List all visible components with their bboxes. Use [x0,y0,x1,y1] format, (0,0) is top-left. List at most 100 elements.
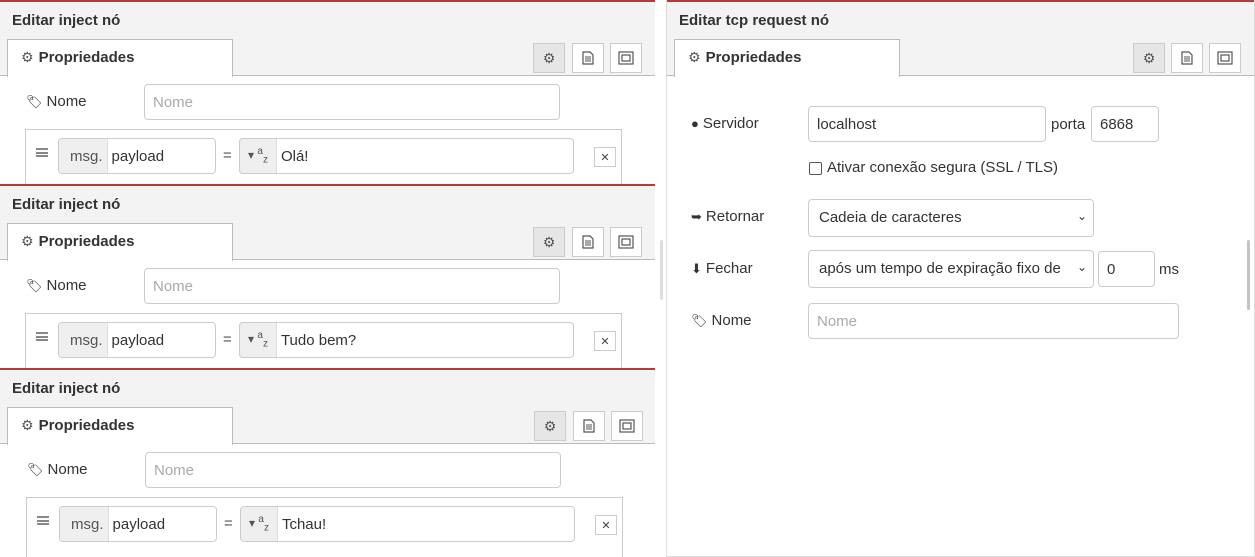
msg-prefix[interactable]: msg. [60,507,109,541]
description-tab-button[interactable] [572,227,604,257]
tls-label: Ativar conexão segura (SSL / TLS) [827,159,1058,176]
tcp-request-editor-panel: Editar tcp request nó ⚙ Propriedades ⚙ ● S… [666,0,1255,557]
name-input[interactable]: Nome [145,452,561,488]
close-icon: ✕ [601,519,611,532]
drag-handle-icon[interactable] [36,332,48,341]
tab-properties[interactable]: ⚙ Propriedades [674,39,900,77]
drag-handle-icon[interactable] [36,148,48,157]
properties-tab-button[interactable]: ⚙ [534,411,566,441]
panel-title: Editar inject nó [0,2,655,36]
gear-icon: ⚙ [21,233,34,249]
close-select[interactable]: após um tempo de expiração fixo de ⌄ [808,250,1094,288]
property-name-input[interactable]: msg. payload [58,138,216,174]
drag-handle-icon[interactable] [37,516,49,525]
name-label-text: Nome [47,461,88,478]
tag-icon: 🏷 [26,278,43,293]
gear-icon: ⚙ [542,233,556,250]
msg-prefix[interactable]: msg. [59,323,108,357]
panel-title: Editar inject nó [0,370,655,404]
panel-title: Editar inject nó [0,186,655,220]
property-value-input[interactable]: ▾ az Tchau! [240,506,575,542]
close-select-value: após um tempo de expiração fixo de [819,260,1061,277]
property-row: msg. payload = ▾ az Olá! ✕ [25,129,622,186]
tab-properties-label: Propriedades [705,49,802,66]
tab-properties-label: Propriedades [38,49,135,66]
property-name-input[interactable]: msg. payload [58,322,216,358]
property-row: msg. payload = ▾ az Tudo bem? ✕ [25,313,622,370]
property-value: Olá! [280,148,309,165]
inject-editor-panel-3: Editar inject nó ⚙ Propriedades ⚙ 🏷 Nome N… [0,368,655,557]
frame-icon [619,419,635,433]
property-value: Tudo bem? [280,332,357,349]
property-name-value: payload [111,332,165,349]
properties-tab-button[interactable]: ⚙ [1133,43,1165,73]
name-input[interactable]: Nome [144,84,560,120]
property-value-input[interactable]: ▾ az Olá! [239,138,574,174]
name-label-text: Nome [711,312,752,329]
tag-icon: 🏷 [27,462,44,477]
description-tab-button[interactable] [1171,43,1203,73]
frame-icon [618,235,634,249]
document-icon [582,51,594,65]
tls-checkbox[interactable] [809,162,822,175]
globe-icon: ● [691,116,699,131]
gear-icon: ⚙ [688,49,701,65]
name-input[interactable]: Nome [144,268,560,304]
gear-icon: ⚙ [543,417,557,434]
remove-row-button[interactable]: ✕ [594,147,616,167]
close-icon: ✕ [600,151,610,164]
inject-editor-panel-2: Editar inject nó ⚙ Propriedades ⚙ 🏷 Nome N… [0,184,655,370]
appearance-tab-button[interactable] [610,43,642,73]
close-label: ⬇ Fechar [691,260,753,277]
tab-bar: ⚙ Propriedades ⚙ [667,36,1254,77]
name-label: 🏷 Nome [26,277,87,294]
properties-tab-button[interactable]: ⚙ [533,227,565,257]
server-label: ● Servidor [691,115,759,132]
gear-icon: ⚙ [21,417,34,433]
scrollbar[interactable] [1247,240,1250,310]
tab-properties[interactable]: ⚙ Propriedades [7,407,233,445]
tab-bar: ⚙ Propriedades ⚙ [0,36,655,77]
property-value-input[interactable]: ▾ az Tudo bem? [239,322,574,358]
property-name-input[interactable]: msg. payload [59,506,217,542]
name-label: 🏷 Nome [691,312,752,329]
document-icon [1181,51,1193,65]
name-input[interactable]: Nome [808,303,1179,339]
appearance-tab-button[interactable] [1209,43,1241,73]
close-label-text: Fechar [705,260,753,277]
type-selector[interactable]: ▾ az [240,139,277,173]
equals-sign: = [223,331,232,348]
name-label-text: Nome [46,277,87,294]
divider-scrollbar[interactable] [660,240,663,300]
frame-icon [618,51,634,65]
properties-tab-button[interactable]: ⚙ [533,43,565,73]
type-selector[interactable]: ▾ az [240,323,277,357]
appearance-tab-button[interactable] [610,227,642,257]
appearance-tab-button[interactable] [611,411,643,441]
caret-down-icon: ▾ [248,148,255,162]
port-label: porta [1051,116,1086,133]
type-selector[interactable]: ▾ az [241,507,278,541]
remove-row-button[interactable]: ✕ [594,331,616,351]
description-tab-button[interactable] [572,43,604,73]
return-label: ➥ Retornar [691,208,764,225]
frame-icon [1217,51,1233,65]
port-input[interactable]: 6868 [1091,106,1159,142]
close-icon: ✕ [600,335,610,348]
server-input[interactable]: localhost [808,106,1046,142]
description-tab-button[interactable] [573,411,605,441]
gear-icon: ⚙ [1142,49,1156,66]
equals-sign: = [223,147,232,164]
close-timeout-input[interactable]: 0 [1098,251,1155,287]
msg-prefix[interactable]: msg. [59,139,108,173]
return-label-text: Retornar [705,208,765,225]
gear-icon: ⚙ [21,49,34,65]
tab-properties[interactable]: ⚙ Propriedades [7,39,233,77]
remove-row-button[interactable]: ✕ [595,515,617,535]
return-select[interactable]: Cadeia de caracteres ⌄ [808,199,1094,237]
document-icon [582,235,594,249]
tab-properties[interactable]: ⚙ Propriedades [7,223,233,261]
property-name-value: payload [112,516,166,533]
equals-sign: = [224,515,233,532]
document-icon [583,419,595,433]
